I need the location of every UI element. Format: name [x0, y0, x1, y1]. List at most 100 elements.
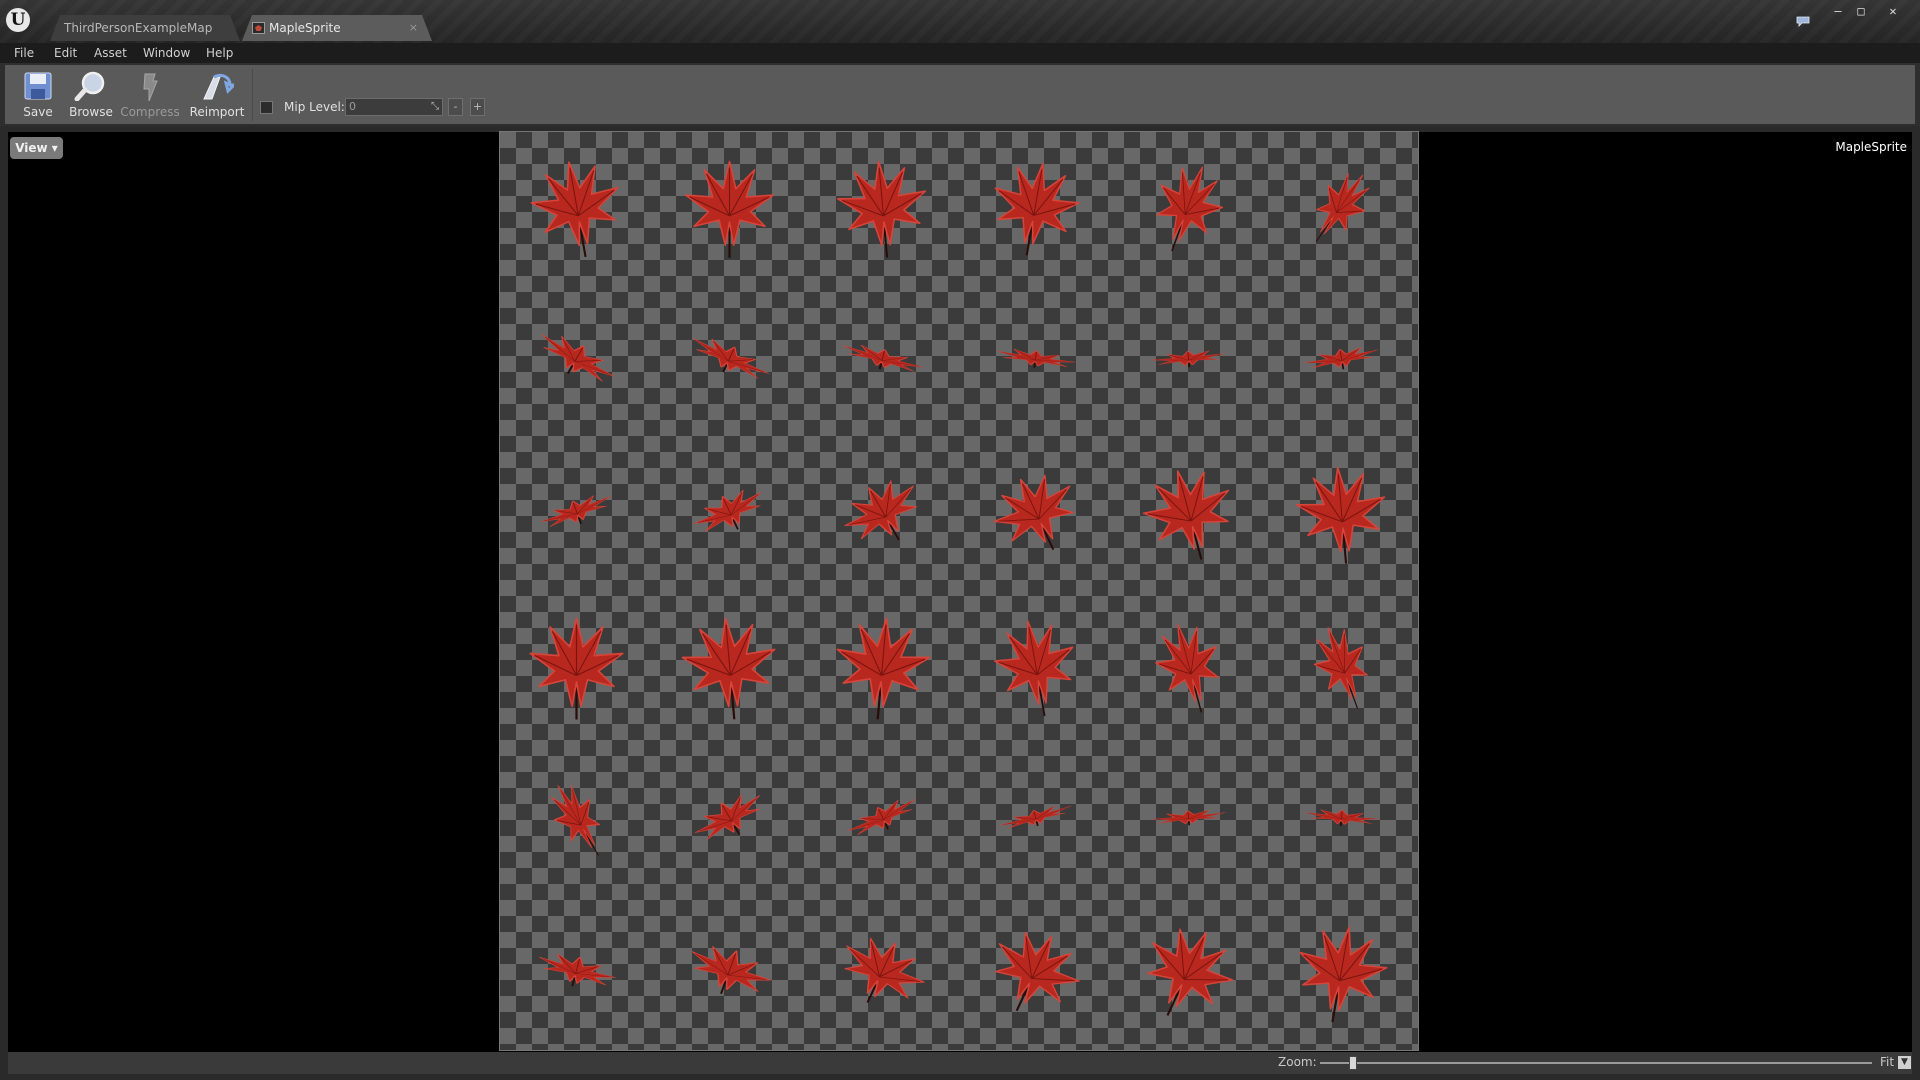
tab-label: ThirdPersonExampleMap — [64, 21, 213, 35]
zoom-mode-label: Fit — [1880, 1055, 1895, 1069]
menu-window[interactable]: Window — [143, 45, 190, 61]
sprite-frame-leaf — [806, 438, 959, 591]
maple-leaf-icon — [691, 946, 772, 995]
sprite-frame-leaf — [806, 591, 959, 744]
toolbar: Save Browse Compress Reimport Mip Level: — [0, 63, 1920, 126]
sprite-frame-leaf — [806, 285, 959, 438]
save-icon — [24, 72, 52, 100]
save-button[interactable]: Save — [13, 65, 63, 124]
maple-leaf-icon — [847, 799, 916, 836]
maple-leaf-icon — [538, 953, 617, 987]
sprite-frame-leaf — [653, 897, 806, 1050]
compress-button[interactable]: Compress — [118, 65, 182, 124]
maple-leaf-icon — [694, 794, 761, 840]
maple-leaf-icon — [993, 474, 1074, 551]
sprite-frame-leaf — [959, 591, 1112, 744]
maple-leaf-icon — [1313, 626, 1368, 709]
tab-third-person-example-map[interactable]: ThirdPersonExampleMap — [50, 15, 240, 41]
maple-leaf-icon — [693, 489, 762, 532]
maple-leaf-icon — [1155, 623, 1219, 713]
reimport-button[interactable]: Reimport — [185, 65, 249, 124]
menu-help[interactable]: Help — [206, 45, 233, 61]
maple-leaf-icon — [684, 160, 775, 258]
close-tab-icon[interactable]: × — [409, 15, 418, 41]
maple-leaf-icon — [530, 161, 619, 258]
maple-leaf-icon — [996, 348, 1076, 368]
unreal-logo-icon[interactable]: U — [6, 8, 30, 32]
maple-leaf-icon — [1304, 809, 1380, 827]
sprite-frame-leaf — [653, 591, 806, 744]
sprite-frame-leaf — [653, 744, 806, 897]
sprite-frame-leaf — [500, 591, 653, 744]
sprite-frame-leaf — [1265, 438, 1418, 591]
sprite-frame-leaf — [500, 285, 653, 438]
sprite-frame-leaf — [1265, 285, 1418, 438]
maple-leaf-icon — [681, 617, 776, 720]
maple-leaf-icon — [844, 937, 925, 1004]
sprite-frame-leaf — [1112, 744, 1265, 897]
maple-leaf-icon — [842, 344, 925, 372]
sprite-frame-leaf — [959, 897, 1112, 1050]
mip-level-decrement-button[interactable]: - — [448, 98, 463, 116]
menu-edit[interactable]: Edit — [54, 45, 77, 61]
zoom-mode-dropdown-icon[interactable]: ▼ — [1898, 1056, 1911, 1069]
menu-asset[interactable]: Asset — [94, 45, 127, 61]
close-window-button[interactable]: ✕ — [1880, 3, 1906, 19]
maple-leaf-icon — [837, 160, 927, 258]
sprite-frame-leaf — [1112, 132, 1265, 285]
sprite-frame-leaf — [959, 438, 1112, 591]
maple-leaf-icon — [692, 337, 770, 379]
tab-label: MapleSprite — [269, 21, 341, 35]
magnifier-icon — [74, 71, 105, 101]
sprite-frame-leaf — [1112, 285, 1265, 438]
menu-bar: File Edit Asset Window Help — [0, 43, 1920, 63]
title-bar: U ThirdPersonExampleMap MapleSprite × – … — [0, 0, 1920, 45]
sprite-frame-leaf — [806, 897, 959, 1050]
sprite-frame-leaf — [959, 285, 1112, 438]
mip-level-input[interactable]: 0 ⤡ — [345, 98, 443, 116]
mip-level-checkbox[interactable] — [260, 101, 273, 114]
sprite-frame-leaf — [959, 744, 1112, 897]
sprite-frame-leaf — [806, 132, 959, 285]
maple-leaf-icon — [1150, 810, 1226, 826]
reimport-label: Reimport — [189, 105, 245, 119]
browse-button[interactable]: Browse — [65, 65, 117, 124]
sprite-frame-leaf — [1265, 897, 1418, 1050]
view-options-button[interactable]: View ▾ — [10, 137, 63, 159]
texture-preview[interactable] — [500, 132, 1418, 1050]
maple-leaf-icon — [994, 931, 1080, 1012]
tab-maple-sprite[interactable]: MapleSprite × — [242, 15, 432, 41]
sprite-frame-leaf — [1112, 591, 1265, 744]
reimport-icon — [203, 73, 234, 100]
menu-file[interactable]: File — [14, 45, 34, 61]
maple-leaf-icon — [1147, 928, 1234, 1016]
maple-leaf-icon — [1150, 350, 1226, 368]
maple-leaf-icon — [998, 805, 1072, 829]
maple-leaf-icon — [1296, 466, 1386, 564]
sprite-frame-leaf — [1265, 132, 1418, 285]
spin-arrows-icon[interactable]: ⤡ — [431, 99, 439, 115]
sprite-frame-leaf — [1112, 438, 1265, 591]
asset-name-overlay: MapleSprite — [1835, 140, 1907, 154]
sprite-frame-leaf — [959, 132, 1112, 285]
maple-leaf-icon — [1299, 926, 1388, 1023]
maximize-button[interactable]: □ — [1848, 3, 1874, 19]
mip-level-increment-button[interactable]: + — [470, 98, 485, 116]
maple-leaf-icon — [550, 784, 601, 856]
maple-leaf-icon — [541, 334, 615, 382]
maple-leaf-icon — [540, 495, 612, 527]
texture-asset-icon — [252, 22, 265, 34]
sprite-frame-leaf — [500, 438, 653, 591]
compress-label: Compress — [120, 105, 180, 119]
browse-label: Browse — [69, 105, 113, 119]
sprite-frame-leaf — [806, 744, 959, 897]
zoom-slider-thumb[interactable] — [1349, 1056, 1358, 1070]
feedback-icon[interactable] — [1796, 15, 1810, 27]
sprite-frame-leaf — [653, 285, 806, 438]
sprite-frame-leaf — [1265, 744, 1418, 897]
sprite-frame-leaf — [500, 897, 653, 1050]
toolbar-separator — [252, 69, 253, 121]
sprite-frame-leaf — [500, 744, 653, 897]
sprite-frame-leaf — [500, 132, 653, 285]
zoom-slider[interactable] — [1320, 1062, 1872, 1064]
